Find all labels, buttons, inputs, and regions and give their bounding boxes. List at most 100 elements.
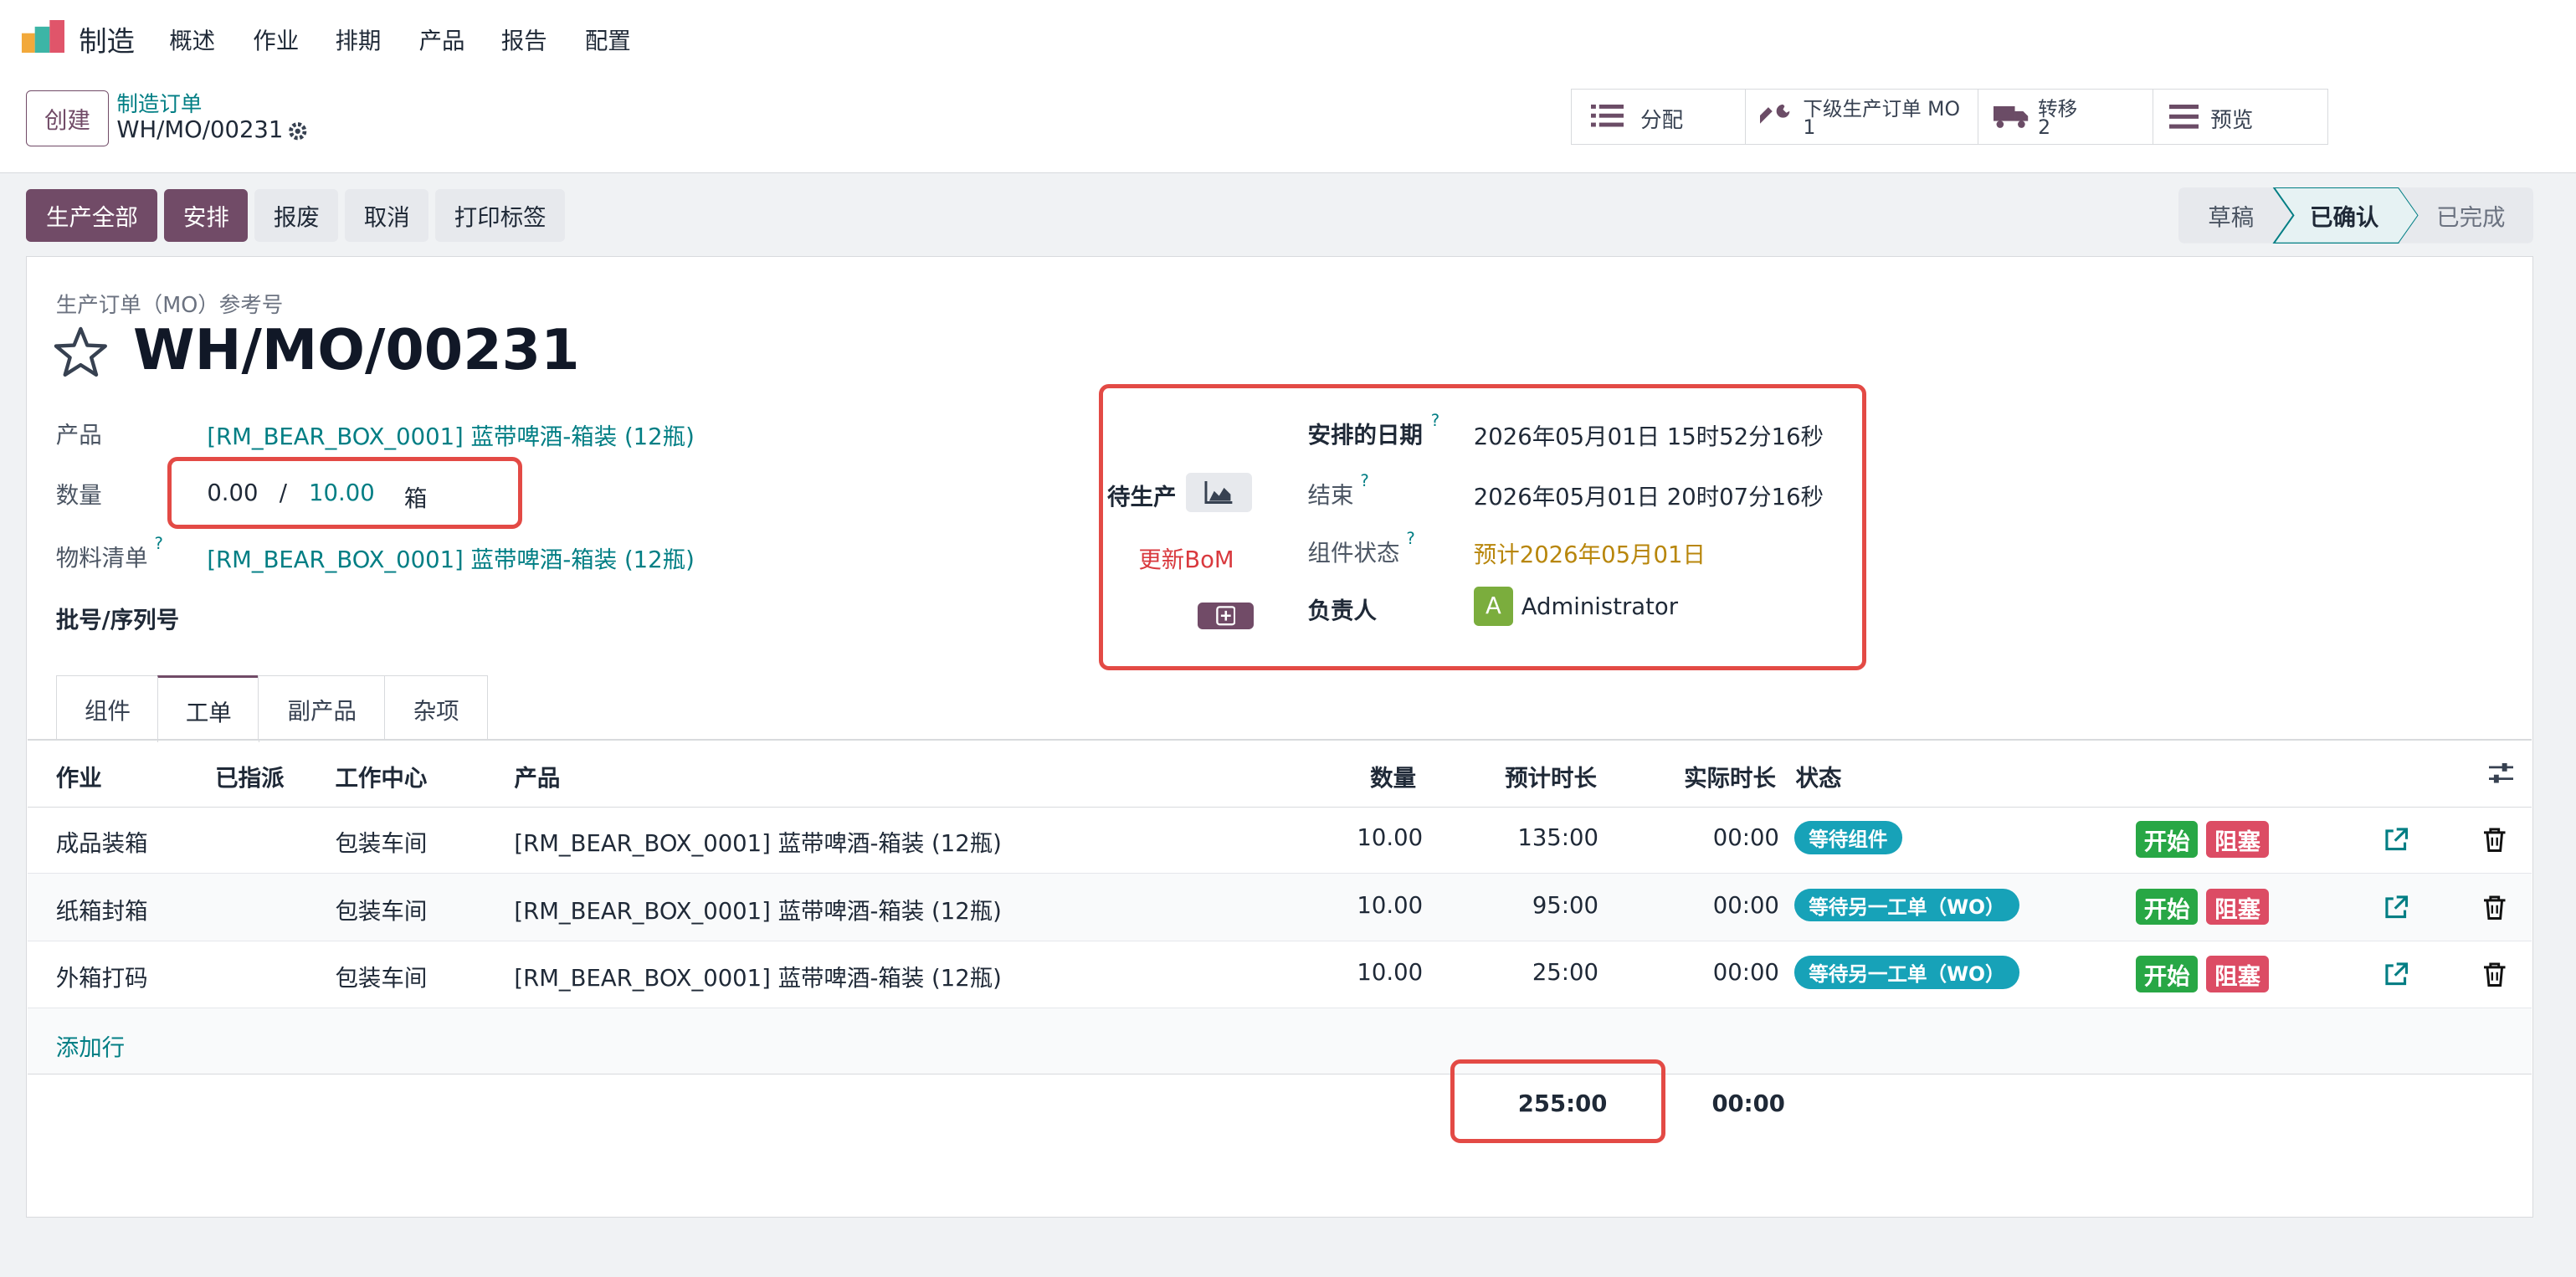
- menu-planning[interactable]: 排期: [335, 22, 381, 55]
- app-name[interactable]: 制造: [79, 18, 135, 59]
- status-badge: 等待另一工单（WO）: [1793, 956, 2020, 989]
- dates-highlight-box: [1099, 384, 1866, 670]
- row-quantity: 10.00: [1357, 824, 1424, 852]
- row-quantity: 10.00: [1357, 891, 1424, 919]
- manufacturing-app-icon[interactable]: [20, 19, 66, 53]
- row-operation: 成品装箱: [55, 830, 148, 858]
- transfer-stat-button[interactable]: 转移 2: [1978, 88, 2154, 145]
- menu-overview[interactable]: 概述: [169, 22, 215, 55]
- child-mo-stat-button[interactable]: 下级生产订单 MO 1: [1744, 88, 1980, 145]
- col-workcenter[interactable]: 工作中心: [335, 759, 427, 792]
- row-workcenter: 包装车间: [335, 897, 428, 925]
- row-expected: 25:00: [1532, 959, 1598, 987]
- menu-lines-icon: [2169, 104, 2199, 129]
- top-navbar: 制造 概述 作业 排期 产品 报告 配置: [0, 0, 2576, 73]
- trash-icon[interactable]: [2484, 895, 2506, 920]
- col-product[interactable]: 产品: [514, 759, 560, 792]
- child-mo-label: 下级生产订单 MO: [1803, 96, 1961, 121]
- produce-all-button[interactable]: 生产全部: [26, 188, 158, 242]
- breadcrumb-parent[interactable]: 制造订单: [116, 87, 202, 118]
- product-label: 产品: [55, 421, 102, 449]
- row-real: 00:00: [1712, 891, 1779, 919]
- tab-work-orders[interactable]: 工单: [157, 674, 260, 743]
- col-expected-duration[interactable]: 预计时长: [1505, 759, 1597, 792]
- row-expected: 95:00: [1532, 891, 1598, 919]
- row-product: [RM_BEAR_BOX_0001] 蓝带啤酒-箱装 (12瓶): [514, 897, 1002, 925]
- menu-configuration[interactable]: 配置: [585, 22, 631, 55]
- allocate-label: 分配: [1640, 107, 1684, 133]
- row-expected: 135:00: [1517, 824, 1598, 852]
- bom-label: 物料清单: [55, 544, 148, 572]
- row-operation: 外箱打码: [55, 965, 148, 992]
- total-real-duration: 00:00: [1711, 1090, 1785, 1118]
- menu-reporting[interactable]: 报告: [501, 22, 547, 55]
- preview-stat-button[interactable]: 预览: [2152, 88, 2328, 145]
- stage-confirmed[interactable]: 已确认: [2296, 187, 2392, 244]
- stage-draft[interactable]: 草稿: [2195, 187, 2267, 244]
- row-workcenter: 包装车间: [335, 830, 428, 858]
- child-mo-count: 1: [1803, 115, 1816, 140]
- star-icon[interactable]: [53, 326, 109, 378]
- external-link-icon[interactable]: [2384, 828, 2409, 852]
- start-button[interactable]: 开始: [2135, 956, 2199, 992]
- block-button[interactable]: 阻塞: [2206, 821, 2269, 858]
- record-title: WH/MO/00231: [133, 316, 580, 382]
- reference-label: 生产订单（MO）参考号: [55, 292, 284, 318]
- optional-columns-icon[interactable]: [2488, 762, 2514, 784]
- block-button[interactable]: 阻塞: [2206, 888, 2269, 926]
- preview-label: 预览: [2210, 107, 2254, 133]
- block-button[interactable]: 阻塞: [2206, 956, 2269, 992]
- row-real: 00:00: [1712, 824, 1779, 852]
- col-assigned[interactable]: 已指派: [215, 759, 284, 792]
- product-field[interactable]: [RM_BEAR_BOX_0001] 蓝带啤酒-箱装 (12瓶): [207, 418, 695, 451]
- row-workcenter: 包装车间: [335, 965, 428, 992]
- start-button[interactable]: 开始: [2135, 888, 2199, 926]
- add-line-link[interactable]: 添加行: [56, 1028, 125, 1062]
- trash-icon[interactable]: [2484, 962, 2506, 987]
- create-button[interactable]: 创建: [26, 90, 109, 146]
- bom-help-mark[interactable]: ?: [155, 534, 163, 553]
- tab-components[interactable]: 组件: [55, 674, 160, 741]
- gear-icon[interactable]: [286, 120, 309, 142]
- plan-button[interactable]: 安排: [164, 188, 249, 242]
- truck-icon: [1994, 105, 2029, 128]
- status-badge: 等待另一工单（WO）: [1793, 888, 2020, 922]
- col-quantity[interactable]: 数量: [1370, 759, 1416, 792]
- status-badge: 等待组件: [1793, 821, 1903, 854]
- quantity-highlight-box: [167, 456, 523, 530]
- scrap-button[interactable]: 报废: [254, 188, 339, 242]
- external-link-icon[interactable]: [2384, 895, 2409, 920]
- row-quantity: 10.00: [1357, 959, 1424, 987]
- external-link-icon[interactable]: [2384, 962, 2409, 987]
- row-operation: 纸箱封箱: [55, 897, 148, 925]
- col-real-duration[interactable]: 实际时长: [1684, 759, 1776, 792]
- table-row[interactable]: 成品装箱 包装车间 [RM_BEAR_BOX_0001] 蓝带啤酒-箱装 (12…: [28, 807, 2532, 874]
- row-product: [RM_BEAR_BOX_0001] 蓝带啤酒-箱装 (12瓶): [514, 830, 1002, 858]
- total-highlight-box: [1450, 1059, 1666, 1144]
- add-line-row: [28, 1008, 2532, 1074]
- breadcrumb-current: WH/MO/00231: [116, 116, 284, 144]
- row-real: 00:00: [1712, 959, 1779, 987]
- tab-misc[interactable]: 杂项: [384, 674, 488, 741]
- stage-done[interactable]: 已完成: [2425, 187, 2517, 244]
- col-status[interactable]: 状态: [1796, 759, 1842, 792]
- print-labels-button[interactable]: 打印标签: [435, 188, 566, 242]
- menu-operations[interactable]: 作业: [253, 22, 299, 55]
- row-product: [RM_BEAR_BOX_0001] 蓝带啤酒-箱装 (12瓶): [514, 965, 1002, 992]
- list-icon: [1591, 104, 1624, 127]
- menu-products[interactable]: 产品: [419, 22, 465, 55]
- table-row[interactable]: 纸箱封箱 包装车间 [RM_BEAR_BOX_0001] 蓝带啤酒-箱装 (12…: [28, 874, 2532, 941]
- quantity-label: 数量: [55, 482, 102, 510]
- tab-byproducts[interactable]: 副产品: [258, 674, 387, 741]
- lot-serial-label: 批号/序列号: [55, 607, 180, 634]
- wrench-icon: [1760, 104, 1790, 126]
- allocate-stat-button[interactable]: 分配: [1570, 88, 1747, 145]
- table-row[interactable]: 外箱打码 包装车间 [RM_BEAR_BOX_0001] 蓝带啤酒-箱装 (12…: [28, 941, 2532, 1009]
- control-panel: 创建 制造订单 WH/MO/00231 分配 下级生产订单 MO 1 转移 2: [0, 72, 2576, 174]
- bom-field[interactable]: [RM_BEAR_BOX_0001] 蓝带啤酒-箱装 (12瓶): [207, 541, 695, 574]
- col-operation[interactable]: 作业: [56, 759, 102, 792]
- transfer-count: 2: [2038, 115, 2051, 140]
- cancel-button[interactable]: 取消: [345, 188, 429, 242]
- start-button[interactable]: 开始: [2135, 821, 2199, 858]
- trash-icon[interactable]: [2484, 828, 2506, 853]
